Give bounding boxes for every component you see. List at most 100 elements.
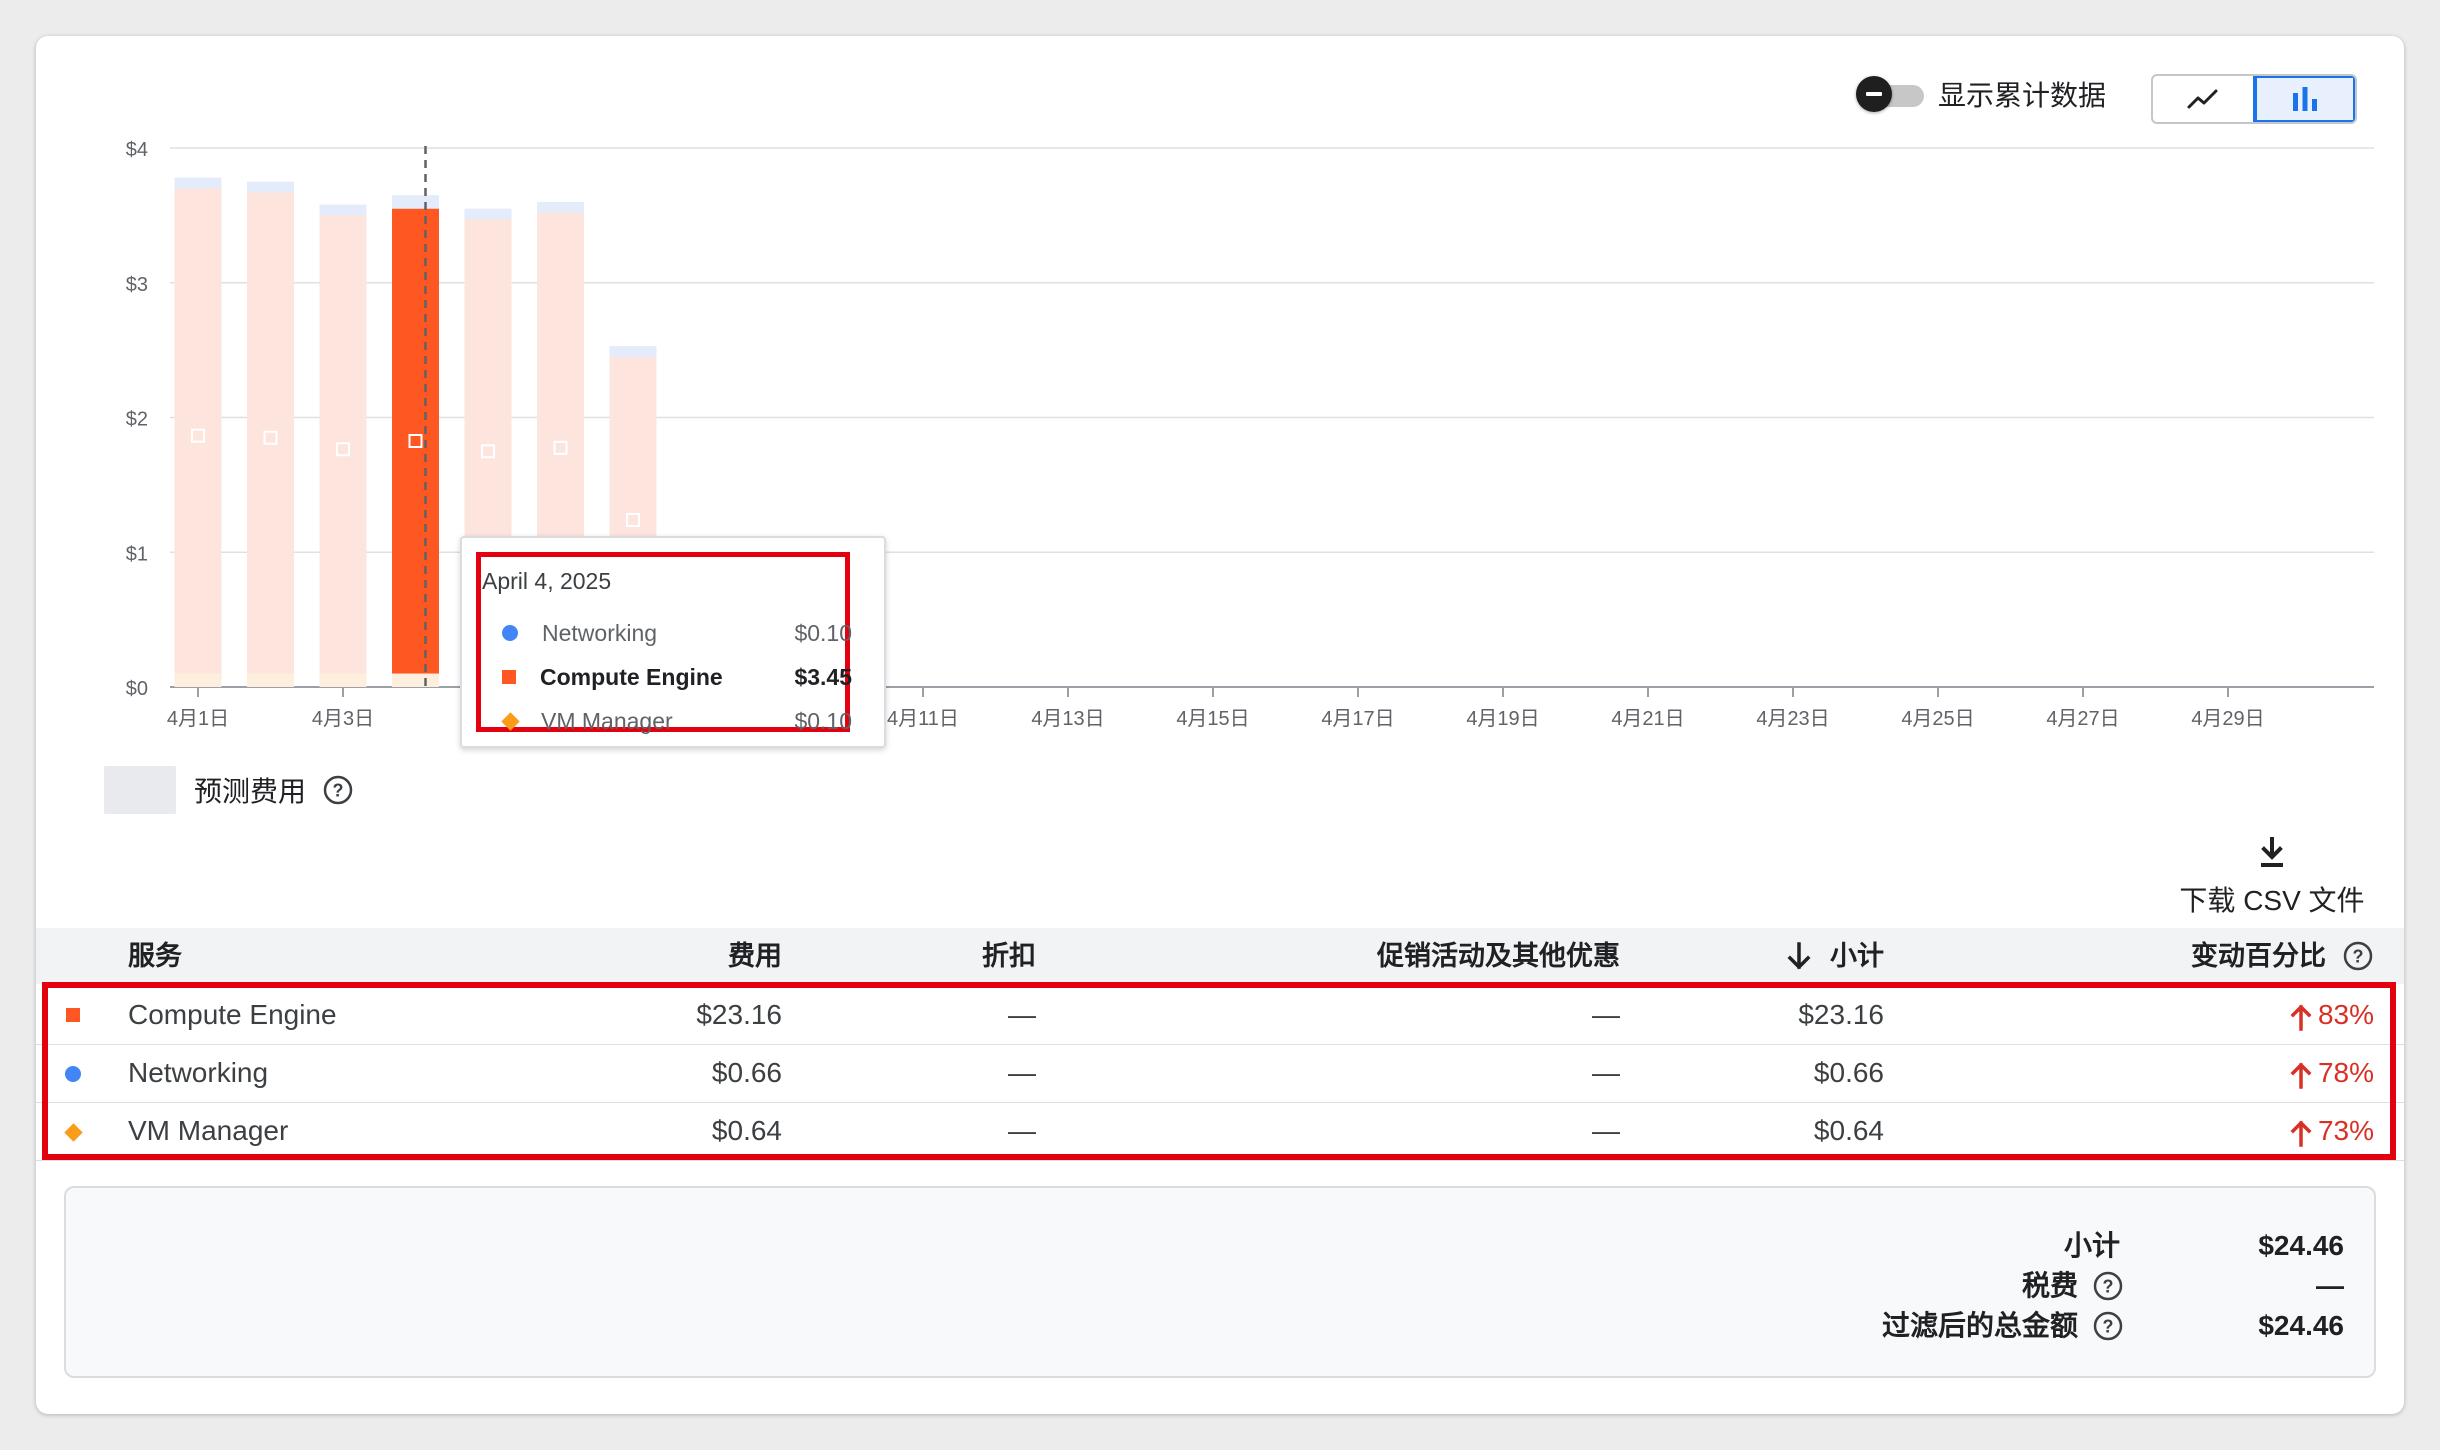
help-circle-icon[interactable]: ? (2092, 1270, 2124, 1302)
vm-manager-marker-icon (64, 1123, 83, 1142)
x-tick-label: 4月27日 (2046, 708, 2119, 730)
totals-filtered-row: 过滤后的总金额 ? $24.46 (66, 1306, 2378, 1346)
x-tick-label: 4月23日 (1756, 708, 1829, 730)
x-tick-label: 4月19日 (1466, 708, 1539, 730)
service-name: VM Manager (128, 1115, 289, 1146)
change-percent: 83% (2317, 999, 2374, 1030)
col-header-cost[interactable]: 费用 (728, 928, 782, 984)
bar-vm-manager (247, 673, 294, 687)
x-tick-label: 4月13日 (1031, 708, 1104, 730)
bar-vm-manager (174, 673, 222, 687)
promotions-value: — (1592, 1115, 1620, 1146)
line-chart-view-button[interactable] (2153, 76, 2253, 122)
compute-engine-marker-icon (502, 670, 516, 684)
billing-report-card: $0 $1 $2 $3 $4 4月1日 4月3日 4月11日 4月13日 4月15日 4月17日 4月… (36, 36, 2404, 1414)
x-tick-label: 4月15日 (1176, 708, 1249, 730)
chart-type-toggle (2151, 74, 2357, 124)
subtotal-value: $23.16 (1798, 999, 1884, 1030)
bar-vm-manager (392, 673, 439, 687)
y-tick-label: $3 (126, 274, 148, 296)
col-header-discount[interactable]: 折扣 (982, 928, 1036, 984)
networking-marker-icon (65, 1066, 81, 1082)
change-value: 73% (2290, 1102, 2374, 1160)
subtotal-value: $0.66 (1813, 1057, 1884, 1088)
x-tick-label: 4月3日 (312, 708, 374, 730)
totals-subtotal-value: $24.46 (2258, 1230, 2344, 1261)
arrow-up-icon (2290, 1062, 2312, 1089)
col-header-subtotal[interactable]: 小计 (1786, 928, 1884, 984)
cost-value: $0.66 (711, 1057, 782, 1088)
totals-tax-value: — (2316, 1270, 2344, 1301)
change-percent: 73% (2317, 1115, 2374, 1146)
filtered-total-label-text: 过滤后的总金额 (1881, 1310, 2078, 1341)
totals-subtotal-row: 小计 $24.46 (66, 1226, 2378, 1266)
change-header-label: 变动百分比 (2191, 941, 2326, 971)
bar-chart-icon (2293, 87, 2317, 111)
bar-compute-engine (174, 188, 222, 674)
service-name: Compute Engine (128, 999, 337, 1030)
x-tick-label: 4月29日 (2191, 708, 2264, 730)
tax-label-text: 税费 (2021, 1270, 2078, 1301)
networking-marker-icon (502, 625, 518, 641)
bar-compute-engine (247, 192, 294, 674)
cumulative-data-label: 显示累计数据 (1938, 80, 2107, 111)
x-tick-label: 4月25日 (1901, 708, 1974, 730)
cost-value: $23.16 (696, 999, 782, 1030)
forecast-legend: 预测费用 ? (104, 766, 354, 814)
bar-networking (537, 201, 584, 213)
tooltip-series-value: $0.10 (794, 619, 852, 646)
x-tick-label: 4月11日 (887, 708, 959, 730)
col-header-service[interactable]: 服务 (128, 928, 182, 984)
change-value: 83% (2290, 986, 2374, 1044)
discount-value: — (1008, 1115, 1036, 1146)
y-tick-label: $2 (126, 409, 148, 431)
subtotal-header-label: 小计 (1830, 941, 1884, 971)
forecast-swatch (104, 766, 176, 814)
totals-tax-row: 税费 ? — (66, 1266, 2378, 1306)
table-header: 服务 费用 折扣 促销活动及其他优惠 小计 变动百分比 ? (36, 928, 2404, 984)
cost-bar-chart: $0 $1 $2 $3 $4 4月1日 4月3日 4月11日 4月13日 4月15日 4月17日 4月… (126, 139, 2374, 730)
bar-point-marker (408, 434, 423, 448)
discount-value: — (1008, 999, 1036, 1030)
tooltip-series-name: Networking (542, 619, 658, 646)
cost-value: $0.64 (711, 1115, 782, 1146)
download-csv-label: 下载 CSV 文件 (2179, 885, 2365, 916)
totals-filtered-label: 过滤后的总金额 ? (1882, 1306, 2124, 1346)
toggle-switch[interactable] (1856, 74, 1928, 114)
totals-tax-label: 税费 ? (2022, 1266, 2124, 1306)
change-value: 78% (2290, 1044, 2374, 1102)
tooltip-row-vm-manager: VM Manager $0.10 (501, 706, 852, 736)
download-csv-button[interactable]: 下载 CSV 文件 (2172, 836, 2372, 919)
tooltip-row-networking: Networking $0.10 (502, 618, 852, 648)
bar-vm-manager (319, 673, 367, 687)
svg-text:?: ? (2353, 947, 2364, 967)
col-header-change[interactable]: 变动百分比 ? (2191, 928, 2374, 984)
download-icon (2261, 837, 2283, 867)
promotions-value: — (1592, 999, 1620, 1030)
service-name: Networking (128, 1057, 269, 1088)
change-percent: 78% (2317, 1057, 2374, 1088)
bar-chart-view-button[interactable] (2253, 76, 2355, 122)
tooltip-row-compute-engine: Compute Engine $3.45 (502, 662, 852, 692)
compute-engine-marker-icon (66, 1008, 80, 1022)
table-row[interactable]: VM Manager $0.64 — — $0.64 73% (36, 1102, 2404, 1161)
help-circle-icon[interactable]: ? (322, 774, 354, 806)
arrow-up-icon (2290, 1004, 2312, 1031)
totals-subtotal-label: 小计 (2063, 1230, 2120, 1261)
bar-networking (609, 346, 657, 357)
tooltip-series-value: $3.45 (794, 663, 852, 690)
bar-networking (392, 195, 439, 209)
forecast-label: 预测费用 (194, 776, 307, 807)
help-circle-icon[interactable]: ? (2092, 1310, 2124, 1342)
col-header-promotions[interactable]: 促销活动及其他优惠 (1377, 928, 1620, 984)
vm-manager-marker-icon (501, 711, 520, 731)
discount-value: — (1008, 1057, 1036, 1088)
svg-text:?: ? (333, 781, 344, 801)
x-tick-label: 4月21日 (1611, 708, 1684, 730)
table-row[interactable]: Compute Engine $23.16 — — $23.16 83% (36, 986, 2404, 1045)
table-row[interactable]: Networking $0.66 — — $0.66 78% (36, 1044, 2404, 1103)
cumulative-data-toggle[interactable]: 显示累计数据 (1856, 74, 2106, 114)
y-tick-label: $4 (126, 139, 148, 161)
help-circle-icon[interactable]: ? (2342, 940, 2374, 972)
sort-descending-icon (1787, 942, 1811, 970)
